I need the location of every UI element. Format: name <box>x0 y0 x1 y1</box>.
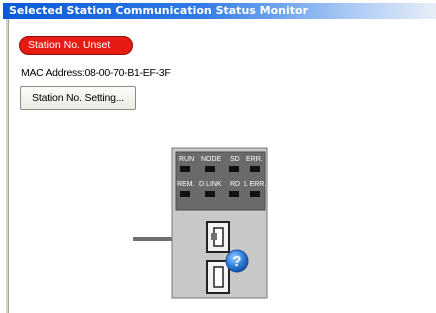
mac-address-row: MAC Address:08-00-70-B1-EF-3F <box>21 67 171 79</box>
mac-address-value: 08-00-70-B1-EF-3F <box>84 67 171 79</box>
led-dlink <box>205 191 215 197</box>
led-node <box>205 166 215 172</box>
led-rem <box>180 191 190 197</box>
status-monitor-panel: Selected Station Communication Status Mo… <box>0 0 436 313</box>
plug-connector <box>211 233 217 240</box>
led-label-err: ERR. <box>246 156 263 163</box>
led-label-lerr: L ERR. <box>244 181 266 188</box>
led-label-node: NODE <box>201 156 222 163</box>
window-title: Selected Station Communication Status Mo… <box>3 3 436 19</box>
led-label-rem: REM. <box>177 181 195 188</box>
led-sd <box>229 166 239 172</box>
question-mark-icon: ? <box>225 249 249 273</box>
led-label-rd: RD <box>230 181 240 188</box>
led-rd <box>229 191 239 197</box>
led-label-run: RUN <box>179 156 194 163</box>
led-err <box>250 166 260 172</box>
station-status-badge: Station No. Unset <box>19 36 133 55</box>
mac-address-label: MAC Address: <box>21 67 85 79</box>
led-lerr <box>250 191 260 197</box>
led-label-sd: SD <box>230 156 240 163</box>
frame-edge <box>6 19 9 313</box>
station-no-setting-button[interactable]: Station No. Setting... <box>20 86 136 110</box>
network-module-illustration: RUN NODE SD ERR. REM. D LINK RD L ERR. <box>133 144 293 309</box>
module-svg: RUN NODE SD ERR. REM. D LINK RD L ERR. <box>133 147 268 299</box>
svg-text:?: ? <box>232 253 241 270</box>
port-lower-inner <box>213 266 224 288</box>
led-run <box>180 166 190 172</box>
led-label-dlink: D LINK <box>199 181 222 188</box>
